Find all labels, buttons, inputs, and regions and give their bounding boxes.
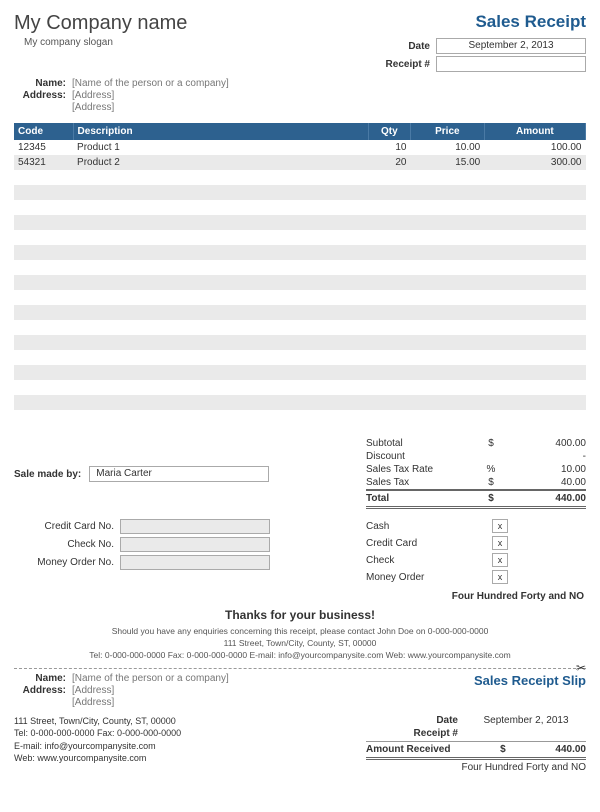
col-amount: Amount bbox=[484, 123, 585, 140]
cust-addr2: [Address] bbox=[72, 102, 114, 113]
table-row bbox=[14, 185, 586, 200]
payment-type: Cashx Credit Cardx Checkx Money Orderx bbox=[366, 519, 586, 587]
table-row bbox=[14, 200, 586, 215]
table-row bbox=[14, 170, 586, 185]
customer-block: Name: [Name of the person or a company] A… bbox=[14, 78, 586, 113]
col-code: Code bbox=[14, 123, 73, 140]
cc-no-input[interactable] bbox=[120, 519, 270, 534]
cash-checkbox[interactable]: x bbox=[492, 519, 508, 533]
table-row: 54321Product 22015.00300.00 bbox=[14, 155, 586, 170]
check-checkbox[interactable]: x bbox=[492, 553, 508, 567]
cust-name-label: Name: bbox=[14, 78, 66, 89]
footer-info: Should you have any enquiries concerning… bbox=[14, 626, 586, 662]
cust-addr-label: Address: bbox=[14, 90, 66, 101]
table-row bbox=[14, 230, 586, 245]
check-no-input[interactable] bbox=[120, 537, 270, 552]
tear-line: ✂ bbox=[14, 668, 586, 669]
totals-block: Subtotal$400.00 Discount- Sales Tax Rate… bbox=[366, 437, 586, 509]
table-row bbox=[14, 275, 586, 290]
table-row bbox=[14, 245, 586, 260]
items-table: Code Description Qty Price Amount 12345P… bbox=[14, 123, 586, 425]
table-row bbox=[14, 215, 586, 230]
tax-rate: 10.00 bbox=[506, 464, 586, 475]
col-desc: Description bbox=[73, 123, 368, 140]
cust-name: [Name of the person or a company] bbox=[72, 78, 229, 89]
table-row: 12345Product 11010.00100.00 bbox=[14, 140, 586, 155]
slip-company-info: 111 Street, Town/City, County, ST, 00000… bbox=[14, 715, 181, 773]
scissors-icon: ✂ bbox=[576, 661, 586, 675]
subtotal: 400.00 bbox=[506, 438, 586, 449]
table-row bbox=[14, 350, 586, 365]
discount: - bbox=[506, 451, 586, 462]
document-title: Sales Receipt bbox=[360, 12, 586, 32]
table-row bbox=[14, 380, 586, 395]
amount-in-words: Four Hundred Forty and NO bbox=[14, 591, 586, 602]
table-row bbox=[14, 410, 586, 425]
slip-date: September 2, 2013 bbox=[466, 715, 586, 726]
table-row bbox=[14, 335, 586, 350]
col-price: Price bbox=[410, 123, 484, 140]
payment-reference: Credit Card No. Check No. Money Order No… bbox=[14, 519, 274, 587]
thanks-message: Thanks for your business! bbox=[14, 608, 586, 622]
header: My Company name My company slogan Sales … bbox=[14, 12, 586, 72]
sales-tax: 40.00 bbox=[506, 477, 586, 488]
col-qty: Qty bbox=[368, 123, 410, 140]
total: 440.00 bbox=[506, 493, 586, 504]
slip-title: Sales Receipt Slip bbox=[474, 673, 586, 709]
date-label: Date bbox=[360, 41, 430, 52]
table-row bbox=[14, 320, 586, 335]
cust-addr1: [Address] bbox=[72, 90, 114, 101]
table-row bbox=[14, 365, 586, 380]
mo-checkbox[interactable]: x bbox=[492, 570, 508, 584]
company-slogan: My company slogan bbox=[24, 37, 187, 48]
amount-received: Amount Received$440.00 bbox=[366, 741, 586, 760]
table-row bbox=[14, 260, 586, 275]
mo-no-input[interactable] bbox=[120, 555, 270, 570]
sale-made-by: Sale made by: Maria Carter bbox=[14, 439, 269, 509]
receipt-value[interactable] bbox=[436, 56, 586, 72]
company-name: My Company name bbox=[14, 12, 187, 35]
table-row bbox=[14, 305, 586, 320]
receipt-label: Receipt # bbox=[360, 59, 430, 70]
cc-checkbox[interactable]: x bbox=[492, 536, 508, 550]
table-row bbox=[14, 395, 586, 410]
table-row bbox=[14, 290, 586, 305]
date-value[interactable]: September 2, 2013 bbox=[436, 38, 586, 54]
sale-made-value[interactable]: Maria Carter bbox=[89, 466, 269, 482]
